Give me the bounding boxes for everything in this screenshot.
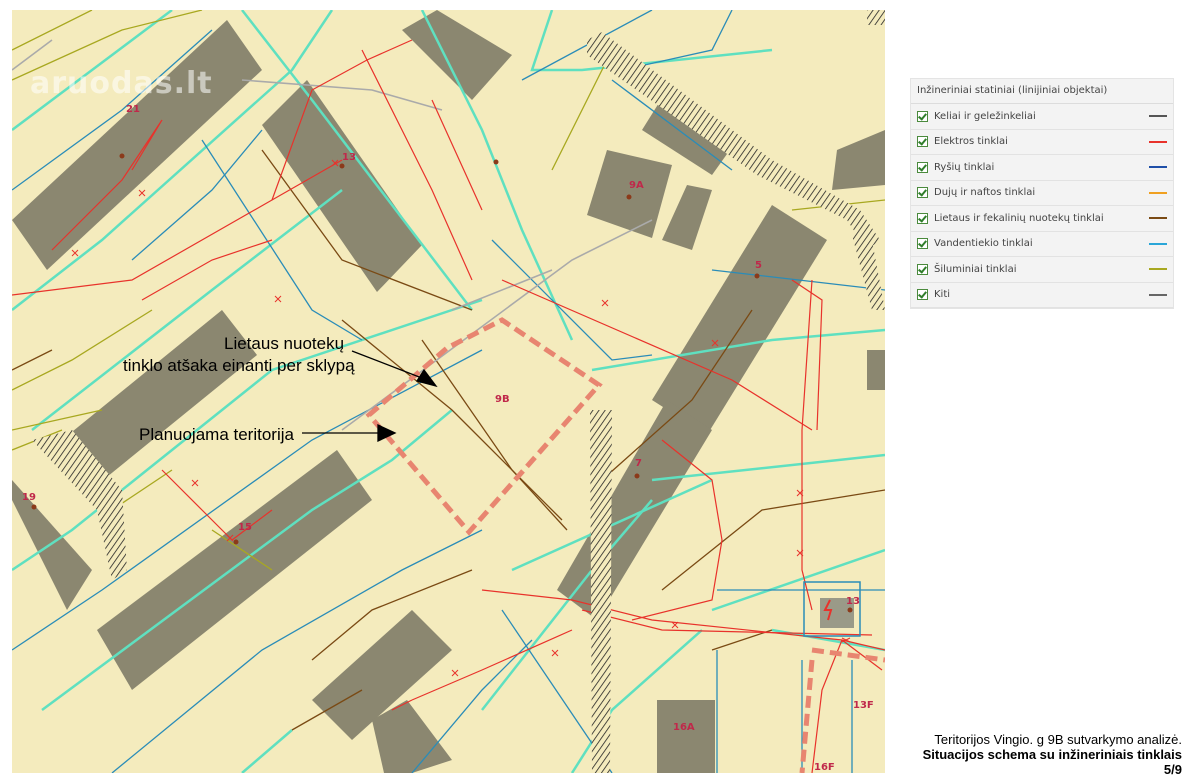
watermark: aruodas.lt	[30, 66, 213, 101]
legend-line-swatch	[1149, 191, 1167, 194]
annotation-drain-line-2: tinklo atšaka einanti per sklypą	[123, 356, 355, 375]
legend-line-swatch	[1149, 242, 1167, 245]
caption: Teritorijos Vingio. g 9B sutvarkymo anal…	[923, 732, 1182, 777]
map-drawing	[12, 10, 885, 773]
legend-item-label: Lietaus ir fekalinių nuotekų tinklai	[934, 212, 1104, 224]
legend-line-swatch	[1149, 268, 1167, 271]
checkbox-checked-icon[interactable]	[917, 212, 928, 224]
legend-item-label: Vandentiekio tinklai	[934, 238, 1033, 250]
building-label-19: 19	[22, 492, 36, 503]
building-label-21: 21	[126, 104, 140, 115]
caption-line-1: Teritorijos Vingio. g 9B sutvarkymo anal…	[934, 732, 1182, 747]
checkbox-checked-icon[interactable]	[917, 136, 928, 148]
legend-item-label: Keliai ir geležinkeliai	[934, 110, 1036, 122]
building-label-13: 13	[342, 152, 356, 163]
building-9a	[587, 150, 672, 238]
legend-line-swatch	[1149, 217, 1167, 220]
legend-item[interactable]: Šiluminiai tinklai	[911, 257, 1173, 283]
building-21	[12, 20, 262, 270]
legend-item[interactable]: Keliai ir geležinkeliai	[911, 104, 1173, 130]
legend-item[interactable]: Dujų ir naftos tinklai	[911, 181, 1173, 206]
building-label-16a: 16A	[673, 722, 695, 733]
legend-title: Inžineriniai statiniai (linijiniai objek…	[911, 79, 1173, 104]
legend-item[interactable]: Ryšių tinklai	[911, 155, 1173, 181]
annotation-drain-line-1: Lietaus nuotekų	[224, 334, 345, 353]
legend-item[interactable]: Vandentiekio tinklai	[911, 232, 1173, 257]
legend-item[interactable]: Kiti	[911, 283, 1173, 308]
building-top	[402, 10, 512, 100]
building-15	[97, 450, 372, 690]
legend-item[interactable]: Elektros tinklai	[911, 130, 1173, 155]
legend-item-label: Kiti	[934, 289, 951, 301]
legend-line-swatch	[1149, 115, 1167, 118]
legend-item-label: Ryšių tinklai	[934, 161, 995, 173]
building-16a	[657, 700, 715, 773]
building-9a-annex	[662, 185, 712, 250]
legend-line-swatch	[1149, 293, 1167, 296]
checkbox-checked-icon[interactable]	[917, 110, 928, 122]
building-label-5: 5	[755, 260, 762, 271]
parcel-9b-outline	[365, 317, 603, 536]
caption-line-2: Situacijos schema su inžineriniais tinkl…	[922, 747, 1182, 762]
legend-top-strip	[1100, 72, 1160, 84]
checkbox-checked-icon[interactable]	[917, 161, 928, 173]
checkbox-checked-icon[interactable]	[917, 187, 928, 199]
legend-line-swatch	[1149, 140, 1167, 143]
annotation-planned-area: Planuojama teritorija	[139, 425, 294, 444]
legend-rows: Keliai ir geležinkeliai Elektros tinklai R…	[911, 104, 1173, 308]
building-label-13-substation: 13	[846, 596, 860, 607]
legend-item-label: Dujų ir naftos tinklai	[934, 187, 1036, 199]
building-label-9a: 9A	[629, 180, 644, 191]
checkbox-checked-icon[interactable]	[917, 289, 928, 301]
legend-item[interactable]: Lietaus ir fekalinių nuotekų tinklai	[911, 206, 1173, 232]
building-label-13f: 13F	[853, 700, 874, 711]
caption-page-number: 5/9	[1163, 762, 1182, 777]
parcel-16-outline	[799, 659, 815, 773]
building-right-mid	[867, 350, 885, 390]
legend-item-label: Šiluminiai tinklai	[934, 263, 1017, 275]
building-7	[557, 400, 712, 620]
legend-line-swatch	[1149, 166, 1167, 169]
building-label-16f: 16F	[814, 762, 835, 773]
building-label-9b: 9B	[495, 394, 510, 405]
checkbox-checked-icon[interactable]	[917, 263, 928, 275]
legend-item-label: Elektros tinklai	[934, 136, 1008, 148]
legend-panel: Inžineriniai statiniai (linijiniai objek…	[910, 78, 1174, 309]
building-label-15: 15	[238, 522, 252, 533]
map-view[interactable]: aruodas.lt 21 13 9A 5 9B 7 19 15 13 16A …	[12, 10, 885, 773]
checkbox-checked-icon[interactable]	[917, 238, 928, 250]
building-right-edge	[832, 130, 885, 190]
building-label-7: 7	[635, 458, 642, 469]
buildings	[12, 10, 885, 773]
